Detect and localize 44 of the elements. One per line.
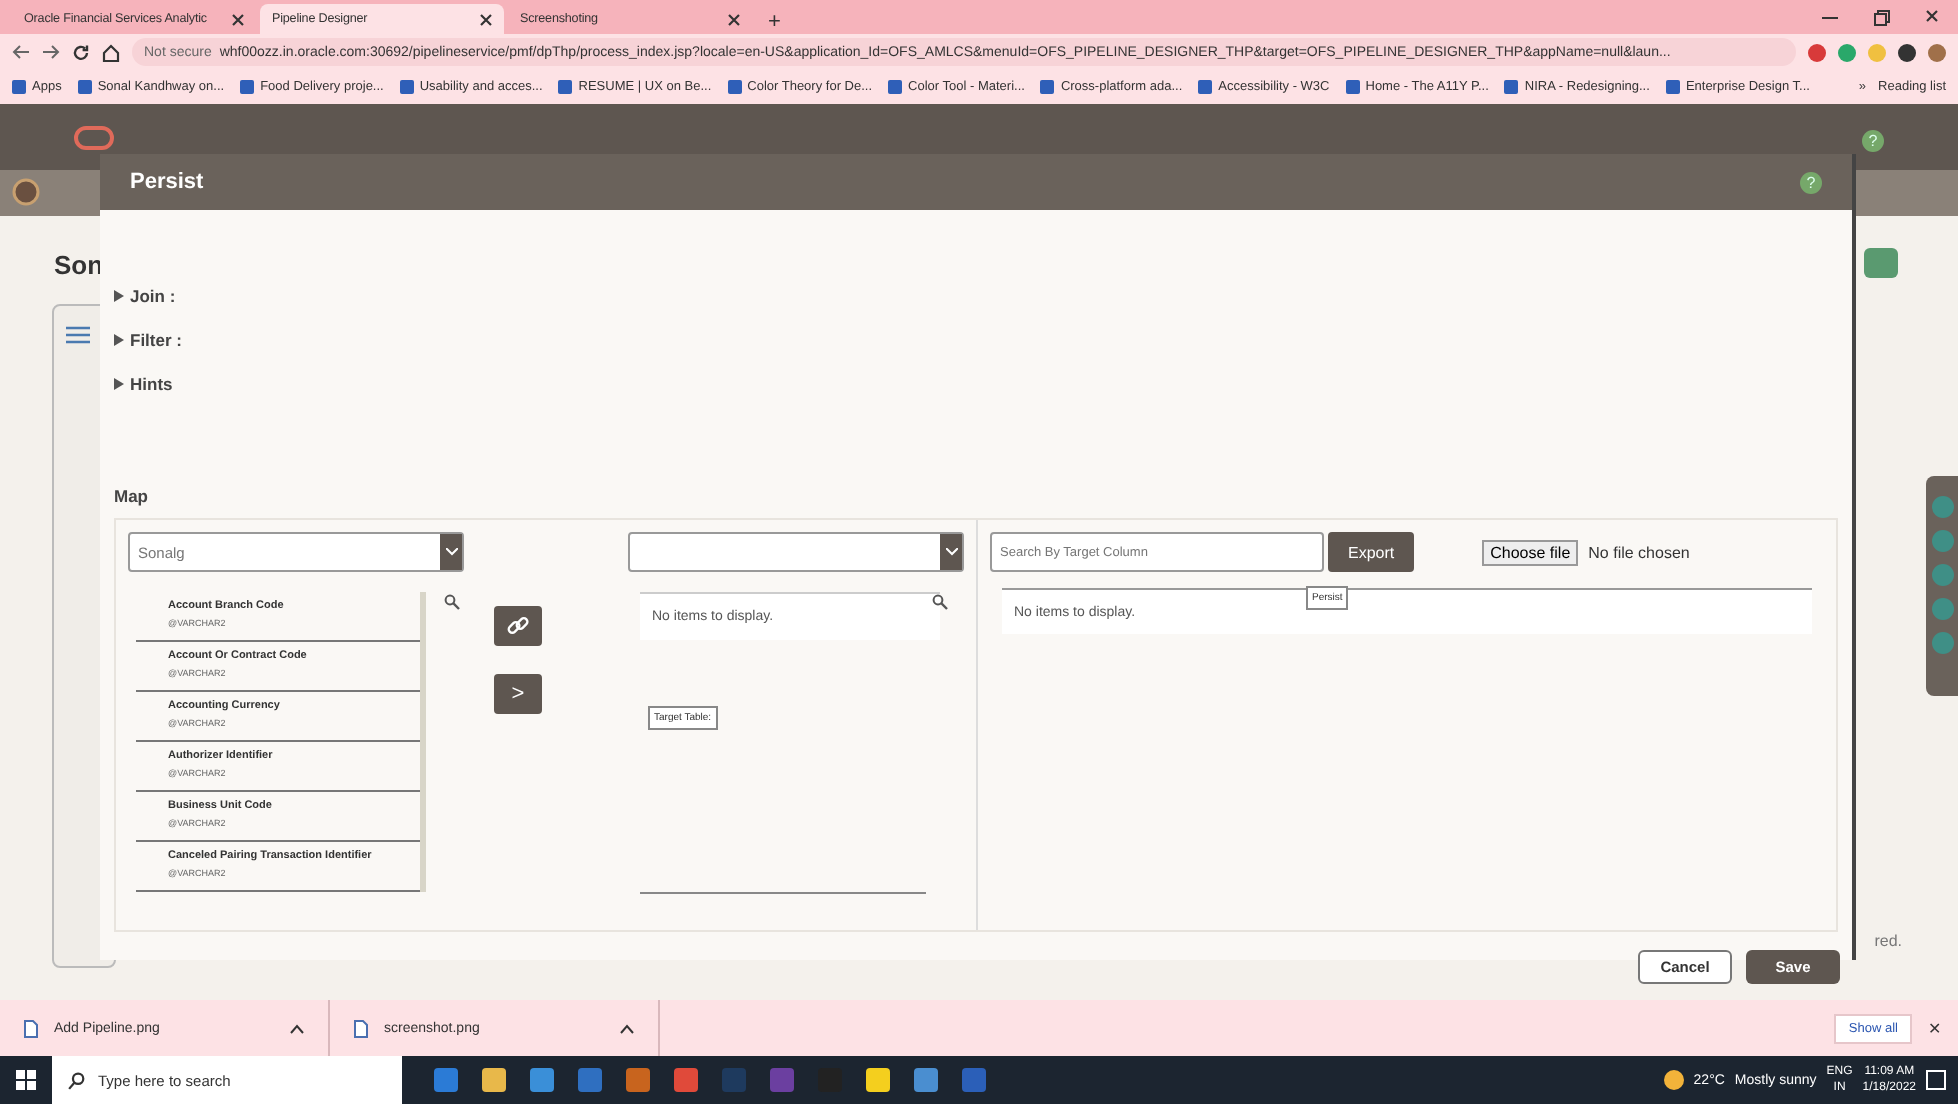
app-icon[interactable] [674,1068,698,1092]
forward-icon[interactable] [42,44,60,60]
dialog-title: Persist [130,170,204,194]
caret-icon [114,290,124,302]
search-icon[interactable] [932,594,948,610]
close-icon[interactable]: ✕ [1928,1019,1942,1037]
close-icon[interactable] [728,13,740,25]
search-icon [68,1071,86,1089]
link-button[interactable] [494,606,542,646]
restore-icon[interactable] [1874,9,1890,25]
search-icon[interactable] [444,594,460,610]
close-icon[interactable] [480,13,492,25]
section-title: Map [114,486,150,506]
home-icon[interactable] [102,43,120,61]
target-dropdown[interactable] [628,532,964,572]
caret-icon [945,548,957,556]
section-toggle[interactable]: Join : [114,274,1838,318]
close-icon[interactable] [232,13,244,25]
app-icon[interactable] [530,1068,554,1092]
back-icon[interactable] [12,44,30,60]
file-icon [24,1019,38,1037]
app-icon[interactable] [482,1068,506,1092]
caret-icon[interactable] [620,1023,634,1033]
link-icon [506,614,530,638]
close-icon[interactable] [1926,9,1938,21]
section-toggle[interactable]: Filter : [114,318,1838,362]
file-icon [354,1019,368,1037]
windows-icon[interactable] [16,1070,36,1090]
move-button[interactable]: > [494,674,542,714]
app-icon[interactable] [866,1068,890,1092]
app-icon[interactable] [626,1068,650,1092]
new-tab-button[interactable]: + [756,10,793,34]
app-icon[interactable] [914,1068,938,1092]
logo-icon [74,126,114,150]
choose-file-button[interactable]: Choose file [1482,539,1579,565]
sun-icon [1663,1070,1684,1090]
file-status: No file chosen [1588,543,1690,561]
app-icon[interactable] [434,1068,458,1092]
section-toggle[interactable]: Hints [114,362,1838,406]
caret-icon [445,548,457,556]
footer-text: red. [1874,932,1902,950]
reload-icon[interactable] [72,43,90,61]
caret-icon[interactable] [290,1023,304,1033]
export-button[interactable]: Export [1328,532,1415,572]
